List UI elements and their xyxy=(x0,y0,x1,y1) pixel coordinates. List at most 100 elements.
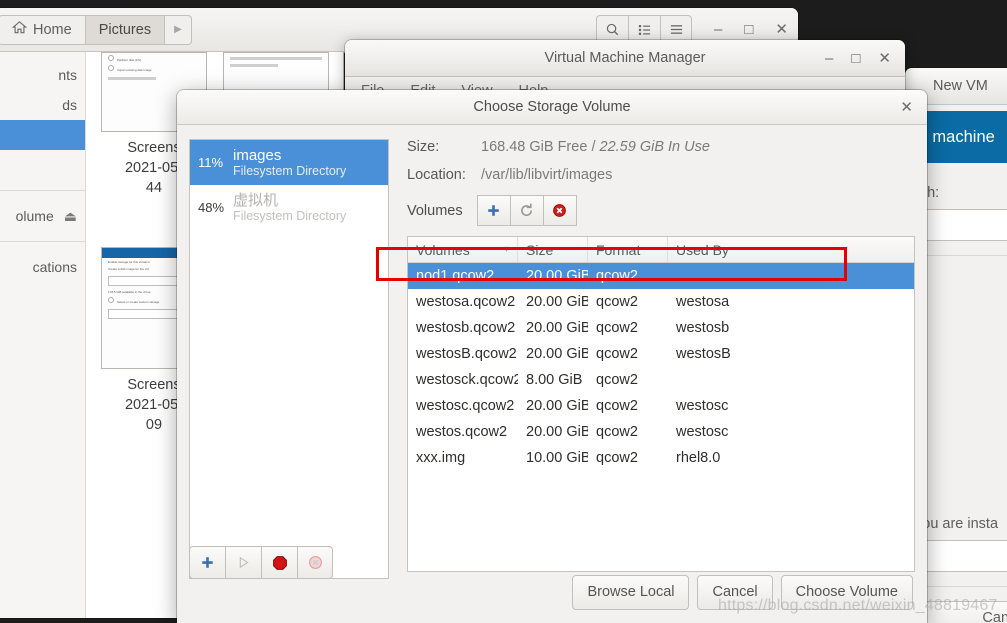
new-vm-title-text: New VM xyxy=(933,78,988,94)
cell-volume: westosc.qcow2 xyxy=(416,398,515,414)
cell-size: 20.00 GiB xyxy=(526,346,588,362)
cell-volume: xxx.img xyxy=(416,450,466,466)
dialog-titlebar: Choose Storage Volume ✕ xyxy=(177,90,927,125)
cell-used-by: rhel8.0 xyxy=(676,450,721,466)
close-icon[interactable]: ✕ xyxy=(900,98,913,116)
table-row[interactable]: westos.qcow2 20.00 GiB qcow2 westosc xyxy=(408,419,914,445)
cell-used-by: westosc xyxy=(676,398,729,414)
new-vm-secondary-input[interactable] xyxy=(913,540,1007,572)
refresh-volumes-icon[interactable] xyxy=(509,195,544,226)
volumes-table[interactable]: Volumes ▾ Size Format Used By nod1.qcow2… xyxy=(407,236,915,572)
column-header-volumes[interactable]: Volumes ▾ xyxy=(408,237,518,262)
eject-icon[interactable]: ⏏ xyxy=(64,208,77,225)
pool-size-value: 168.48 GiB Free / 22.59 GiB In Use xyxy=(481,139,710,155)
table-row[interactable]: westosB.qcow2 20.00 GiB qcow2 westosB xyxy=(408,341,914,367)
new-vm-cancel-button[interactable]: Cancel xyxy=(913,601,1007,623)
sidebar-item-documents[interactable]: nts xyxy=(0,60,85,90)
minimize-button[interactable]: – xyxy=(714,22,722,37)
cell-format: qcow2 xyxy=(596,268,638,284)
table-row[interactable]: westosb.qcow2 20.00 GiB qcow2 westosb xyxy=(408,315,914,341)
breadcrumb-item-home[interactable]: Home xyxy=(0,14,85,45)
breadcrumb-forward-button[interactable]: ▶ xyxy=(164,14,192,45)
volumes-toolbar: Volumes xyxy=(407,195,915,226)
thumbnail-mock-line xyxy=(230,57,322,60)
close-button[interactable]: ✕ xyxy=(775,22,788,37)
breadcrumb-label-pictures: Pictures xyxy=(98,21,152,38)
sidebar-item-other-locations[interactable]: cations xyxy=(0,252,85,282)
column-header-format[interactable]: Format xyxy=(588,237,668,262)
breadcrumb-item-pictures[interactable]: Pictures xyxy=(84,14,165,45)
dialog-body: 11% images Filesystem Directory 48% 虚拟机 … xyxy=(177,125,927,581)
pool-name: images xyxy=(233,146,282,164)
cell-size: 8.00 GiB xyxy=(526,372,583,388)
storage-pool-item-images[interactable]: 11% images Filesystem Directory xyxy=(190,140,388,185)
cell-format: qcow2 xyxy=(596,450,638,466)
sidebar-item-volume[interactable]: olume ⏏ xyxy=(0,201,85,231)
cell-size: 20.00 GiB xyxy=(526,268,588,284)
browse-local-label: Browse Local xyxy=(587,584,675,600)
add-volume-icon[interactable] xyxy=(476,195,511,226)
vmm-title-text: Virtual Machine Manager xyxy=(544,50,706,66)
pool-usage-percent: 11% xyxy=(198,155,224,170)
volumes-label: Volumes xyxy=(407,202,463,219)
desktop: Home Pictures ▶ – □ ✕ nts ds olume ⏏ cat… xyxy=(0,0,1007,623)
cell-used-by: westosB xyxy=(676,346,731,362)
pool-size-label: Size: xyxy=(407,139,440,155)
cell-format: qcow2 xyxy=(596,294,638,310)
vmm-titlebar: Virtual Machine Manager – □ ✕ xyxy=(345,40,905,77)
breadcrumb: Home Pictures ▶ xyxy=(0,14,192,45)
storage-pool-list[interactable]: 11% images Filesystem Directory 48% 虚拟机 … xyxy=(189,139,389,579)
column-header-used-by[interactable]: Used By xyxy=(668,237,914,262)
table-row[interactable]: xxx.img 10.00 GiB qcow2 rhel8.0 xyxy=(408,445,914,471)
sort-caret-icon: ▾ xyxy=(503,244,509,255)
cell-format: qcow2 xyxy=(596,424,638,440)
cell-size: 10.00 GiB xyxy=(526,450,588,466)
column-header-format-label: Format xyxy=(596,241,641,258)
sidebar-item-videos[interactable] xyxy=(0,150,85,180)
pool-usage-percent: 48% xyxy=(198,200,225,215)
pool-type: Filesystem Directory xyxy=(233,163,347,178)
cell-format: qcow2 xyxy=(596,372,638,388)
pool-size-row: Size: 168.48 GiB Free / 22.59 GiB In Use xyxy=(407,139,915,155)
cell-volume: westosa.qcow2 xyxy=(416,294,516,310)
column-header-used-by-label: Used By xyxy=(676,241,729,258)
thumbnail-mock-line xyxy=(230,64,278,67)
breadcrumb-label-home: Home xyxy=(33,21,72,38)
table-row[interactable]: westosc.qcow2 20.00 GiB qcow2 westosc xyxy=(408,393,914,419)
sidebar-item-pictures[interactable] xyxy=(0,120,85,150)
table-row[interactable]: nod1.qcow2 20.00 GiB qcow2 xyxy=(408,263,914,289)
file-manager-window-controls: – □ ✕ xyxy=(714,22,788,37)
cell-volume: westosb.qcow2 xyxy=(416,320,516,336)
delete-volume-icon[interactable] xyxy=(542,195,577,226)
table-row[interactable]: westosck.qcow2 8.00 GiB qcow2 xyxy=(408,367,914,393)
cell-format: qcow2 xyxy=(596,320,638,336)
column-header-volumes-label: Volumes xyxy=(416,241,470,258)
new-vm-cancel-label: Cancel xyxy=(982,610,1007,623)
cell-format: qcow2 xyxy=(596,346,638,362)
sidebar-divider-1 xyxy=(0,190,85,191)
dialog-footer: Browse Local Cancel Choose Volume xyxy=(177,561,927,623)
pool-text: images Filesystem Directory xyxy=(233,147,346,179)
browse-local-button[interactable]: Browse Local xyxy=(572,574,690,610)
cell-volume: nod1.qcow2 xyxy=(416,268,495,284)
cell-format: qcow2 xyxy=(596,398,638,414)
table-row[interactable]: westosa.qcow2 20.00 GiB qcow2 westosa xyxy=(408,289,914,315)
pool-size-free: 168.48 GiB Free xyxy=(481,139,588,155)
new-vm-path-input[interactable] xyxy=(913,209,1007,241)
pool-text: 虚拟机 Filesystem Directory xyxy=(233,192,346,224)
sidebar-item-volume-label: olume xyxy=(15,208,54,224)
cell-volume: westosB.qcow2 xyxy=(416,346,517,362)
pool-size-separator: / xyxy=(591,139,596,155)
thumbnail-mock-line: Partition disk (FS) xyxy=(108,55,200,63)
pool-type: Filesystem Directory xyxy=(233,208,347,223)
cancel-button[interactable]: Cancel xyxy=(697,574,773,610)
thumbnail-mock-line: Import existing disk image xyxy=(108,65,200,73)
column-header-size[interactable]: Size xyxy=(518,237,588,262)
sidebar-item-downloads[interactable]: ds xyxy=(0,90,85,120)
volumes-table-header: Volumes ▾ Size Format Used By xyxy=(408,237,914,263)
cell-size: 20.00 GiB xyxy=(526,294,588,310)
maximize-button[interactable]: □ xyxy=(744,22,753,37)
storage-pool-item-xuniji[interactable]: 48% 虚拟机 Filesystem Directory xyxy=(190,185,388,230)
choose-volume-button[interactable]: Choose Volume xyxy=(780,574,913,610)
cell-size: 20.00 GiB xyxy=(526,424,588,440)
